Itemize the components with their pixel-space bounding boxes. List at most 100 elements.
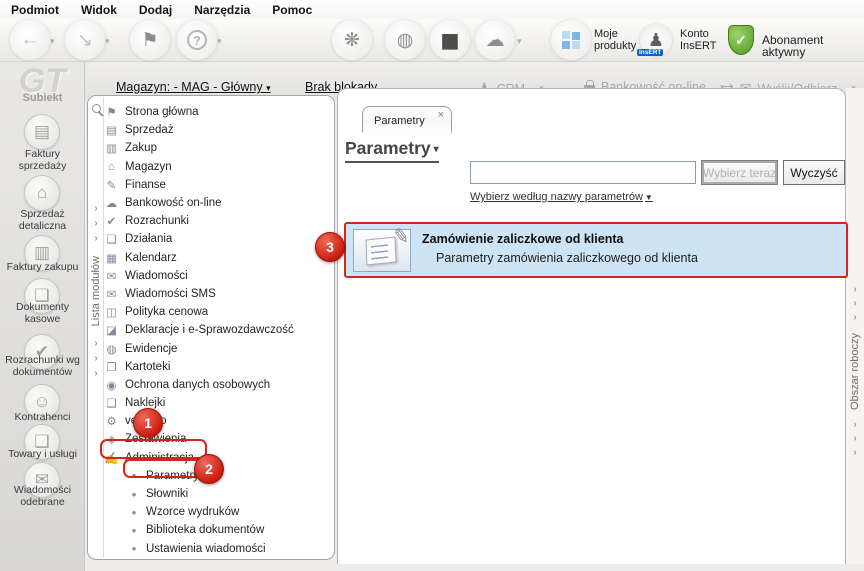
home-icon: ⚑ (106, 107, 117, 120)
expand-chevron-icon[interactable]: › (853, 446, 856, 460)
expand-chevron-icon[interactable]: › (853, 311, 856, 325)
forward-button[interactable]: ↘ (65, 20, 105, 60)
forward-dropdown-caret-icon[interactable]: ▾ (105, 36, 110, 47)
expand-chevron-icon[interactable]: › (94, 216, 97, 231)
pricing-icon: ◫ (106, 307, 117, 320)
expand-chevron-icon[interactable]: › (94, 231, 97, 246)
module-item-kartoteki[interactable]: ❐ Kartoteki (104, 358, 334, 376)
online-services-button[interactable]: ◍ (385, 20, 425, 60)
page-title-menu[interactable]: Parametry ▾ (345, 138, 439, 163)
workspace-strip-label: Obszar roboczy (849, 333, 861, 411)
data-protection-icon: ◉ (106, 379, 117, 392)
module-item-naklejki[interactable]: ❑ Naklejki (104, 394, 334, 412)
sync-button[interactable]: ❋ (332, 20, 372, 60)
menu-dodaj[interactable]: Dodaj (128, 1, 183, 19)
sidebar-label-wiadomosci-odebrane[interactable]: Wiadomości odebrane (0, 484, 85, 508)
settlements-icon: ✔ (106, 216, 117, 229)
module-item-zakup[interactable]: ▥ Zakup (104, 139, 334, 157)
menu-widok[interactable]: Widok (70, 1, 128, 19)
sidebar-label-towary-uslugi[interactable]: Towary i usługi (0, 448, 85, 461)
subscription-status-label[interactable]: Abonament aktywny (762, 34, 864, 58)
cloud-backup-button[interactable]: ☁ (475, 20, 515, 60)
module-item-dzialania[interactable]: ❏ Działania (104, 230, 334, 248)
annotation-box-administracja (100, 439, 207, 459)
workspace-side-strip[interactable]: › › › Obszar roboczy › › › (846, 88, 864, 564)
module-label: Strona główna (125, 106, 199, 119)
back-icon: ← (20, 29, 40, 50)
insert-account-label[interactable]: Konto InsERT (680, 28, 716, 52)
menu-narzedzia[interactable]: Narzędzia (183, 1, 261, 19)
warehouse-selector-link[interactable]: Magazyn: - MAG - Główny ▾ (116, 80, 271, 94)
shortcut-sidebar: GT Subiekt ▤ Faktury sprzedaży ⌂ Sprzeda… (0, 62, 85, 571)
forward-icon: ↘ (77, 29, 93, 51)
module-item-wiadomosci-sms[interactable]: ✉ Wiadomości SMS (104, 285, 334, 303)
module-item-deklaracje[interactable]: ◪ Deklaracje i e-Sprawozdawczość (104, 321, 334, 339)
tab-close-icon[interactable]: × (438, 109, 444, 121)
back-button[interactable]: ← (10, 20, 50, 60)
module-label: Rozrachunki (125, 215, 189, 228)
insert-account-button[interactable]: ♟ InsERT (637, 24, 672, 56)
sidebar-label-kontrahenci[interactable]: Kontrahenci (0, 411, 85, 424)
sidebar-label-faktury-sprzedazy[interactable]: Faktury sprzedaży (0, 148, 85, 172)
application-window: Podmiot Widok Dodaj Narzędzia Pomoc ← ▾ … (0, 0, 864, 571)
expand-chevron-icon[interactable]: › (853, 432, 856, 446)
my-products-label[interactable]: Moje produkty (594, 28, 636, 52)
help-dropdown-caret-icon[interactable]: ▾ (217, 36, 222, 47)
help-button[interactable]: ? (177, 20, 217, 60)
module-label: Bankowość on-line (125, 197, 222, 210)
expand-chevron-icon[interactable]: › (94, 366, 97, 381)
module-item-slowniki[interactable]: • Słowniki (104, 485, 334, 503)
sidebar-label-sprzedaz-detaliczna[interactable]: Sprzedaż detaliczna (0, 208, 85, 232)
parameter-result-item[interactable]: ✎ Zamówienie zaliczkowe od klienta Param… (344, 222, 848, 278)
my-products-button[interactable] (551, 20, 591, 60)
module-item-kalendarz[interactable]: ▦ Kalendarz (104, 249, 334, 267)
module-item-finanse[interactable]: ✎ Finanse (104, 176, 334, 194)
module-item-strona-glowna[interactable]: ⚑ Strona główna (104, 103, 334, 121)
module-item-biblioteka[interactable]: • Biblioteka dokumentów (104, 521, 334, 539)
sidebar-label-dokumenty-kasowe[interactable]: Dokumenty kasowe (0, 301, 85, 325)
sidebar-item-faktury-sprzedazy[interactable]: ▤ (24, 114, 60, 150)
back-dropdown-caret-icon[interactable]: ▾ (50, 36, 55, 47)
module-item-magazyn[interactable]: ⌂ Magazyn (104, 158, 334, 176)
sidebar-label-rozrachunki[interactable]: Rozrachunki wg dokumentów (0, 354, 85, 378)
expand-chevron-icon[interactable]: › (853, 297, 856, 311)
module-item-polityka-cenowa[interactable]: ◫ Polityka cenowa (104, 303, 334, 321)
wyczysc-button[interactable]: Wyczyść (783, 160, 845, 185)
menu-pomoc[interactable]: Pomoc (261, 1, 323, 19)
module-item-sprzedaz[interactable]: ▤ Sprzedaż (104, 121, 334, 139)
menu-podmiot[interactable]: Podmiot (0, 1, 70, 19)
sidebar-item-sprzedaz-detaliczna[interactable]: ⌂ (24, 175, 60, 211)
module-list-strip[interactable]: › › › Lista modułów › › › (89, 97, 104, 558)
wybierz-teraz-button[interactable]: Wybierz teraz (701, 160, 778, 185)
module-item-ochrona-danych[interactable]: ◉ Ochrona danych osobowych (104, 376, 334, 394)
module-item-rozrachunki[interactable]: ✔ Rozrachunki (104, 212, 334, 230)
expand-chevron-icon[interactable]: › (94, 201, 97, 216)
expand-chevron-icon[interactable]: › (94, 336, 97, 351)
filter-by-name-link[interactable]: Wybierz według nazwy parametrów ▼ (470, 191, 653, 203)
warehouse-selector-label: Magazyn: - MAG - Główny (116, 80, 263, 94)
module-item-wiadomosci[interactable]: ✉ Wiadomości (104, 267, 334, 285)
expand-chevron-icon[interactable]: › (94, 351, 97, 366)
archive-button[interactable]: ◼ (430, 20, 470, 60)
module-label: Ewidencje (125, 342, 178, 355)
module-label: Wzorce wydruków (146, 506, 240, 519)
module-label: Sprzedaż (125, 124, 174, 137)
module-item-bankowosc[interactable]: ☁ Bankowość on-line (104, 194, 334, 212)
expand-chevron-icon[interactable]: › (853, 418, 856, 432)
cloud-dropdown-caret-icon[interactable]: ▾ (517, 36, 522, 47)
module-item-ewidencje[interactable]: ◍ Ewidencje (104, 339, 334, 357)
parameter-search-input[interactable] (470, 161, 696, 184)
search-icon[interactable] (91, 104, 101, 113)
sms-icon: ✉ (106, 288, 117, 301)
subscription-shield-icon[interactable]: ✓ (728, 25, 754, 55)
module-list-panel: › › › Lista modułów › › › ⚑ Strona główna… (87, 95, 335, 560)
tab-parametry[interactable]: Parametry × (362, 106, 452, 133)
module-item-wzorce-wydrukow[interactable]: • Wzorce wydruków (104, 503, 334, 521)
help-icon: ? (187, 30, 207, 50)
page-title: Parametry (345, 138, 431, 158)
flag-button[interactable]: ⚑ (130, 20, 170, 60)
sales-invoices-icon: ▤ (33, 122, 51, 141)
sidebar-label-faktury-zakupu[interactable]: Faktury zakupu (0, 261, 85, 274)
expand-chevron-icon[interactable]: › (853, 283, 856, 297)
module-item-ustawienia-wiadomosci[interactable]: • Ustawienia wiadomości (104, 540, 334, 558)
